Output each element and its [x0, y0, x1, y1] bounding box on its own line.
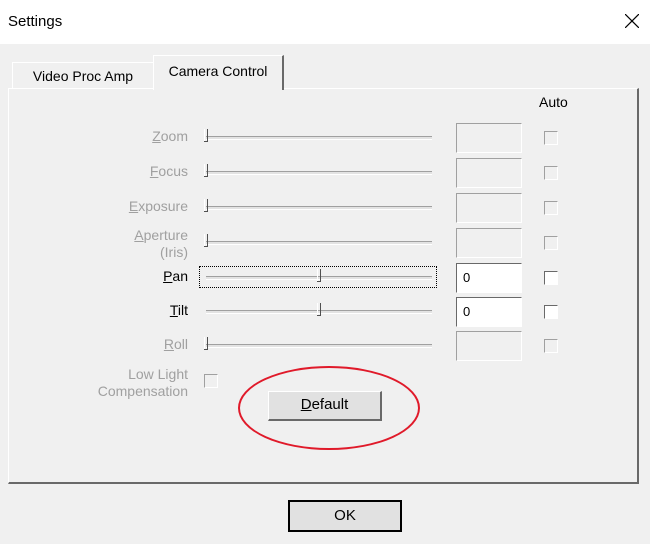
label-text: xposure	[138, 198, 188, 214]
value-field-focus	[456, 158, 522, 188]
low-light-checkbox[interactable]	[204, 374, 218, 388]
label-text: an	[172, 268, 188, 284]
slider-track	[206, 136, 432, 140]
label-text: perture	[143, 227, 188, 243]
label-tilt: Tilt	[170, 302, 188, 319]
slider-thumb	[204, 164, 209, 177]
auto-checkbox-pan[interactable]	[544, 271, 558, 285]
label-focus: Focus	[150, 163, 188, 180]
slider-thumb	[204, 129, 209, 142]
value-field-tilt[interactable]: 0	[456, 297, 522, 327]
slider-aperture	[200, 232, 436, 252]
value-field-zoom	[456, 123, 522, 153]
tab-label: Video Proc Amp	[32, 68, 134, 84]
label-text: ocus	[158, 163, 188, 179]
title-bar: Settings	[0, 0, 650, 44]
slider-focus	[200, 162, 436, 182]
auto-checkbox-aperture	[544, 236, 558, 250]
label-hotkey: R	[163, 336, 174, 352]
slider-thumb[interactable]	[317, 303, 322, 316]
label-roll: Roll	[164, 336, 188, 353]
slider-roll	[200, 335, 436, 355]
slider-thumb[interactable]	[317, 269, 322, 282]
auto-checkbox-zoom	[544, 131, 558, 145]
slider-track	[206, 344, 432, 348]
low-light-label: Low Light Compensation	[98, 366, 188, 400]
label-hotkey: A	[134, 227, 144, 243]
value-field-aperture	[456, 228, 522, 258]
label-text: oll	[173, 336, 188, 352]
slider-exposure	[200, 197, 436, 217]
value-field-roll	[456, 331, 522, 361]
tab-video-proc-amp[interactable]: Video Proc Amp	[12, 62, 154, 89]
auto-checkbox-roll	[544, 339, 558, 353]
auto-checkbox-tilt[interactable]	[544, 305, 558, 319]
slider-thumb	[204, 337, 209, 350]
auto-checkbox-exposure	[544, 201, 558, 215]
label-hotkey: T	[169, 302, 178, 318]
slider-thumb	[204, 199, 209, 212]
auto-column-header: Auto	[539, 94, 568, 110]
value-field-pan[interactable]: 0	[456, 263, 522, 293]
label-exposure: Exposure	[129, 198, 188, 215]
slider-tilt[interactable]	[200, 301, 436, 321]
close-button[interactable]	[618, 6, 648, 36]
label-text: oom	[160, 128, 188, 144]
default-button-hotkey: D	[300, 396, 312, 413]
label-hotkey: E	[128, 198, 139, 214]
tab-camera-control[interactable]: Camera Control	[153, 55, 284, 90]
label-aperture: Aperture (Iris)	[134, 227, 188, 261]
close-icon	[625, 14, 639, 28]
tab-label: Camera Control	[168, 63, 268, 79]
default-button-label: efault	[311, 396, 349, 413]
slider-pan[interactable]	[199, 266, 437, 288]
low-light-label-line2: Compensation	[97, 383, 188, 399]
slider-zoom	[200, 127, 436, 147]
value-field-exposure	[456, 193, 522, 223]
auto-checkbox-focus	[544, 166, 558, 180]
label-line2: (Iris)	[160, 244, 188, 260]
label-text: ilt	[177, 302, 188, 318]
slider-track	[206, 171, 432, 175]
low-light-label-line1: Low Light	[128, 366, 188, 382]
label-hotkey: Z	[152, 128, 161, 144]
label-zoom: Zoom	[152, 128, 188, 145]
slider-track	[206, 206, 432, 210]
ok-button[interactable]: OK	[288, 500, 402, 532]
window-title: Settings	[8, 13, 63, 30]
default-button[interactable]: Default	[268, 391, 382, 421]
label-pan: Pan	[163, 268, 188, 285]
slider-thumb	[204, 234, 209, 247]
slider-track	[206, 241, 432, 245]
